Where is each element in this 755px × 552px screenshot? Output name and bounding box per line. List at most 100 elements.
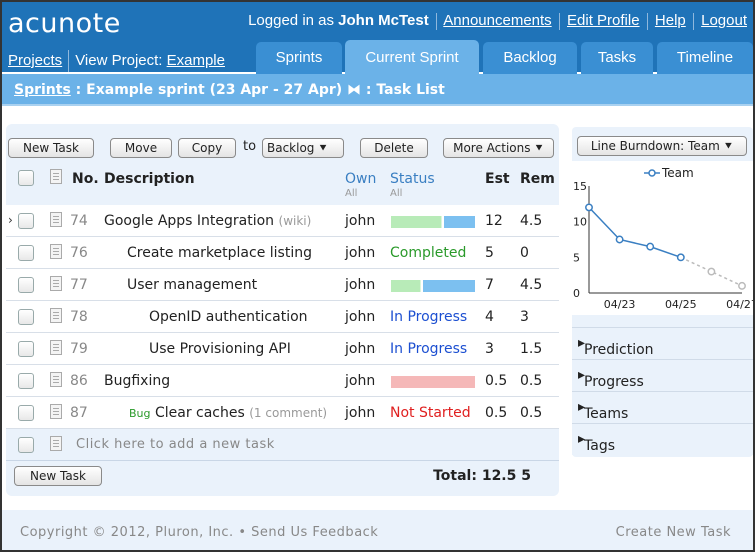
new-task-bottom-button[interactable]: New Task <box>14 466 102 486</box>
more-actions-button[interactable]: More Actions ⯆ <box>443 138 554 158</box>
col-rem[interactable]: Rem <box>520 171 555 187</box>
task-rem[interactable]: 3 <box>520 309 529 325</box>
announcements-link[interactable]: Announcements <box>443 12 551 29</box>
sprints-breadcrumb-link[interactable]: Sprints <box>14 82 71 98</box>
task-rem[interactable]: 0 <box>520 245 529 261</box>
task-title[interactable]: Clear caches <box>155 405 245 421</box>
task-title[interactable]: Google Apps Integration <box>104 213 274 229</box>
task-est[interactable]: 3 <box>485 341 494 357</box>
task-description[interactable]: User management <box>127 277 257 293</box>
delete-button[interactable]: Delete <box>360 138 428 158</box>
chart-type-select[interactable]: Line Burndown: Team ⯆ <box>577 136 747 156</box>
tags-text[interactable]: Tags <box>584 438 615 454</box>
table-row[interactable]: 77 User management john 7 4.5 <box>6 269 559 301</box>
select-all-checkbox[interactable] <box>18 170 34 186</box>
status-filter[interactable]: All <box>390 188 402 199</box>
tab-sprints[interactable]: Sprints <box>256 42 342 74</box>
teams-text[interactable]: Teams <box>584 406 628 422</box>
table-row[interactable]: 78 OpenID authentication john In Progres… <box>6 301 559 333</box>
task-description[interactable]: OpenID authentication <box>149 309 308 325</box>
task-owner[interactable]: john <box>345 245 375 261</box>
table-row[interactable]: 76 Create marketplace listing john Compl… <box>6 237 559 269</box>
task-description[interactable]: Create marketplace listing <box>127 245 312 261</box>
col-status[interactable]: Status <box>390 171 435 187</box>
add-task-row[interactable]: Click here to add a new task <box>6 429 559 461</box>
prediction-text[interactable]: Prediction <box>584 342 654 358</box>
col-own[interactable]: Own <box>345 171 376 187</box>
table-row[interactable]: 87 Bug Clear caches (1 comment) john Not… <box>6 397 559 429</box>
tab-timeline[interactable]: Timeline <box>657 42 753 74</box>
task-status[interactable]: Completed <box>390 245 466 261</box>
logout-link[interactable]: Logout <box>701 12 747 29</box>
task-owner[interactable]: john <box>345 213 375 229</box>
task-est[interactable]: 4 <box>485 309 494 325</box>
prediction-label[interactable]: ▸ Prediction <box>578 335 654 358</box>
tab-current-sprint[interactable]: Current Sprint <box>345 40 479 74</box>
task-note[interactable]: (1 comment) <box>249 406 327 420</box>
destination-select[interactable]: Backlog ⯆ <box>262 138 344 158</box>
row-checkbox[interactable] <box>18 245 34 261</box>
task-rem[interactable]: 4.5 <box>520 277 542 293</box>
task-status[interactable]: Not Started <box>390 405 471 421</box>
add-task-placeholder[interactable]: Click here to add a new task <box>76 437 275 452</box>
teams-label[interactable]: ▸ Teams <box>578 399 628 422</box>
new-task-button[interactable]: New Task <box>8 138 94 158</box>
task-est[interactable]: 5 <box>485 245 494 261</box>
task-status[interactable]: In Progress <box>390 309 467 325</box>
task-owner[interactable]: john <box>345 405 375 421</box>
task-rem[interactable]: 0.5 <box>520 405 542 421</box>
row-checkbox[interactable] <box>18 341 34 357</box>
row-checkbox[interactable] <box>18 373 34 389</box>
tab-tasks[interactable]: Tasks <box>581 42 653 74</box>
create-new-task-link[interactable]: Create New Task <box>616 525 731 540</box>
task-owner[interactable]: john <box>345 341 375 357</box>
row-checkbox[interactable] <box>18 405 34 421</box>
row-checkbox[interactable] <box>18 309 34 325</box>
section-progress[interactable]: ▸ Progress <box>572 359 753 391</box>
help-link[interactable]: Help <box>655 12 686 29</box>
row-checkbox[interactable] <box>18 277 34 293</box>
table-row[interactable]: 86 Bugfixing john 0.5 0.5 <box>6 365 559 397</box>
task-est[interactable]: 7 <box>485 277 494 293</box>
task-owner[interactable]: john <box>345 277 375 293</box>
project-link[interactable]: Example <box>167 52 225 69</box>
col-est[interactable]: Est <box>485 171 510 187</box>
copy-button[interactable]: Copy <box>178 138 236 158</box>
move-button[interactable]: Move <box>110 138 172 158</box>
bug-tag[interactable]: Bug <box>129 407 151 420</box>
task-description[interactable]: Use Provisioning API <box>149 341 291 357</box>
task-rem[interactable]: 0.5 <box>520 373 542 389</box>
copyright[interactable]: Copyright © 2012, Pluron, Inc. • Send Us… <box>20 525 378 540</box>
projects-link[interactable]: Projects <box>8 52 62 69</box>
row-checkbox[interactable] <box>18 437 34 453</box>
task-est[interactable]: 0.5 <box>485 405 507 421</box>
section-teams[interactable]: ▸ Teams <box>572 391 753 423</box>
own-filter[interactable]: All <box>345 188 357 199</box>
tab-backlog[interactable]: Backlog <box>483 42 577 74</box>
col-no[interactable]: No. <box>72 171 99 187</box>
row-checkbox[interactable] <box>18 213 34 229</box>
logo[interactable]: acunote <box>8 8 121 39</box>
tags-label[interactable]: ▸ Tags <box>578 431 615 454</box>
task-est[interactable]: 0.5 <box>485 373 507 389</box>
task-description[interactable]: Bug Clear caches (1 comment) <box>129 405 327 421</box>
table-row[interactable]: › 74 Google Apps Integration (wiki) john… <box>6 205 559 237</box>
project-nav: Projects View Project: Example <box>8 50 225 72</box>
progress-label[interactable]: ▸ Progress <box>578 367 644 390</box>
progress-text[interactable]: Progress <box>584 374 644 390</box>
table-row[interactable]: 79 Use Provisioning API john In Progress… <box>6 333 559 365</box>
col-description[interactable]: Description <box>104 171 195 187</box>
task-rem[interactable]: 1.5 <box>520 341 542 357</box>
task-est[interactable]: 12 <box>485 213 503 229</box>
task-owner[interactable]: john <box>345 373 375 389</box>
task-description[interactable]: Bugfixing <box>104 373 170 389</box>
row-expander-icon[interactable]: › <box>8 213 13 227</box>
task-status[interactable]: In Progress <box>390 341 467 357</box>
task-note[interactable]: (wiki) <box>279 214 312 228</box>
task-owner[interactable]: john <box>345 309 375 325</box>
task-rem[interactable]: 4.5 <box>520 213 542 229</box>
edit-profile-link[interactable]: Edit Profile <box>567 12 640 29</box>
section-prediction[interactable]: ▸ Prediction <box>572 327 753 359</box>
task-description[interactable]: Google Apps Integration (wiki) <box>104 213 311 229</box>
section-tags[interactable]: ▸ Tags <box>572 423 753 455</box>
